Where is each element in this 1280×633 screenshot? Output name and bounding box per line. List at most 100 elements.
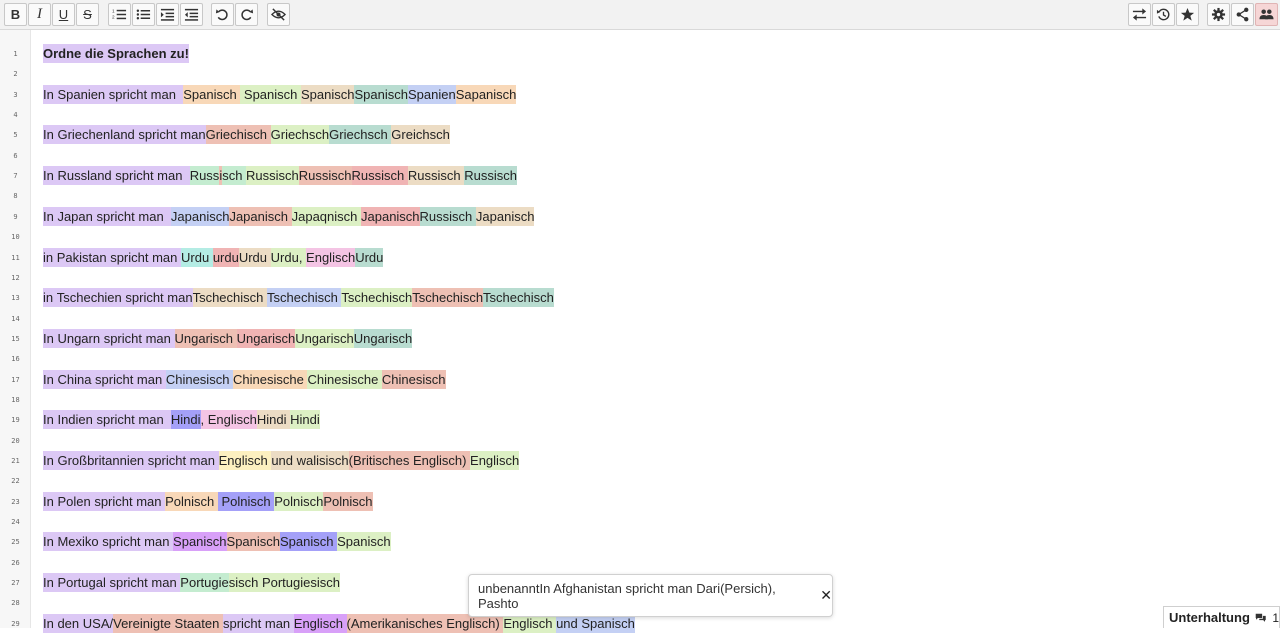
author-highlight-segment[interactable]: Urdu — [238, 247, 271, 267]
import-export-button[interactable] — [1128, 3, 1151, 26]
outdent-button[interactable] — [180, 3, 203, 26]
author-highlight-segment[interactable]: Griechsch — [329, 125, 392, 145]
author-highlight-segment[interactable]: Russisch — [298, 166, 352, 186]
author-highlight-segment[interactable]: Hindi — [170, 410, 201, 430]
author-highlight-segment[interactable]: Tschechisch — [412, 288, 484, 308]
text-line[interactable]: in Tschechien spricht manTschechisch Tsc… — [43, 288, 554, 308]
author-highlight-segment[interactable]: Spanisch — [173, 532, 227, 552]
author-highlight-segment[interactable]: Urdu — [355, 247, 384, 267]
author-highlight-segment[interactable]: Tschechisch — [267, 288, 342, 308]
author-highlight-segment[interactable]: Hindi — [290, 410, 320, 430]
author-highlight-segment[interactable]: In den USA/ — [43, 613, 114, 633]
author-highlight-segment[interactable]: Spanisch — [301, 84, 355, 104]
author-highlight-segment[interactable]: Hindi — [256, 410, 291, 430]
underline-button[interactable]: U — [52, 3, 75, 26]
author-highlight-segment[interactable]: Ungarisch — [174, 328, 237, 348]
settings-button[interactable] — [1207, 3, 1230, 26]
author-highlight-segment[interactable]: Japanisch — [170, 206, 230, 226]
author-highlight-segment[interactable]: Japanisch — [229, 206, 292, 226]
author-highlight-segment[interactable]: Portugiesisch — [261, 573, 340, 593]
redo-button[interactable] — [235, 3, 258, 26]
author-highlight-segment[interactable]: Spanien — [407, 84, 456, 104]
document-title[interactable]: Ordne die Sprachen zu! — [43, 44, 189, 63]
author-highlight-segment[interactable]: spricht man — [222, 613, 294, 633]
author-highlight-segment[interactable]: Chinesische — [307, 369, 382, 389]
text-line[interactable]: in Pakistan spricht man Urdu urduUrdu Ur… — [43, 247, 384, 267]
text-line[interactable]: In Indien spricht man Hindi, EnglischHin… — [43, 410, 320, 430]
chat-tab[interactable]: Unterhaltung 1 — [1163, 606, 1280, 628]
author-highlight-segment[interactable]: Russisch — [464, 166, 518, 186]
author-highlight-segment[interactable]: Tschechisch — [341, 288, 413, 308]
users-button[interactable] — [1255, 3, 1278, 26]
author-highlight-segment[interactable]: In Griechenland spricht man — [43, 125, 206, 145]
author-highlight-segment[interactable]: und walisisch — [271, 451, 349, 470]
author-highlight-segment[interactable]: Russisch — [419, 206, 476, 226]
author-highlight-segment[interactable]: Urdu — [181, 247, 213, 267]
author-highlight-segment[interactable]: In Japan spricht man — [43, 206, 171, 226]
author-highlight-segment[interactable]: Ordne die Sprachen zu! — [43, 44, 189, 63]
text-line[interactable]: In China spricht man Chinesisch Chinesis… — [43, 369, 446, 389]
author-highlight-segment[interactable]: Polnisch — [165, 491, 218, 511]
strikethrough-button[interactable]: S — [76, 3, 99, 26]
author-highlight-segment[interactable]: Spanisch — [240, 84, 301, 104]
favorite-button[interactable] — [1176, 3, 1199, 26]
close-icon[interactable]: ✕ — [820, 587, 832, 604]
author-highlight-segment[interactable]: Chinesisch — [381, 369, 446, 389]
author-highlight-segment[interactable]: Tschechisch — [192, 288, 267, 308]
author-highlight-segment[interactable]: Englisch — [218, 451, 272, 470]
undo-button[interactable] — [211, 3, 234, 26]
author-highlight-segment[interactable]: Russisch — [246, 166, 299, 186]
author-highlight-segment[interactable]: In Polen spricht man — [43, 491, 166, 511]
author-highlight-segment[interactable]: Ungarisch — [295, 328, 354, 348]
author-highlight-segment[interactable]: Polnisch — [323, 491, 373, 511]
author-highlight-segment[interactable]: Sapanisch — [455, 84, 517, 104]
author-highlight-segment[interactable]: Tschechisch — [483, 288, 554, 308]
author-highlight-segment[interactable]: Griechsch — [270, 125, 330, 145]
author-highlight-segment[interactable]: In Spanien spricht man — [43, 84, 184, 104]
author-highlight-segment[interactable]: In Indien spricht man — [43, 410, 171, 430]
author-highlight-segment[interactable]: in Pakistan spricht man — [43, 247, 182, 267]
text-line[interactable]: In Griechenland spricht manGriechisch Gr… — [43, 125, 450, 145]
author-highlight-segment[interactable]: In Russland spricht man — [43, 166, 190, 186]
author-highlight-segment[interactable]: Urdu, — [270, 247, 307, 267]
author-highlight-segment[interactable]: Griechisch — [205, 125, 271, 145]
text-line[interactable]: In Japan spricht man JapanischJapanisch … — [43, 206, 535, 226]
author-highlight-segment[interactable]: Englisch — [470, 451, 520, 470]
italic-button[interactable]: I — [28, 3, 51, 26]
author-highlight-segment[interactable]: In Mexiko spricht man — [43, 532, 174, 552]
text-line[interactable]: In Portugal spricht man Portugiesisch Po… — [43, 573, 340, 593]
author-highlight-segment[interactable]: Spanisch — [183, 84, 241, 104]
author-highlight-segment[interactable]: Russ — [189, 166, 220, 186]
text-line[interactable]: In Polen spricht man Polnisch Polnisch P… — [43, 491, 373, 511]
author-highlight-segment[interactable]: (Britisches Englisch) — [348, 451, 471, 470]
bold-button[interactable]: B — [4, 3, 27, 26]
author-highlight-segment[interactable]: in Tschechien spricht man — [43, 288, 193, 308]
text-line[interactable]: In Russland spricht man Russisch Russisc… — [43, 166, 518, 186]
author-highlight-segment[interactable]: Japanisch — [361, 206, 420, 226]
author-highlight-segment[interactable]: Portugie — [180, 573, 229, 593]
author-highlight-segment[interactable]: Englisch — [293, 613, 347, 633]
text-line[interactable]: In Großbritannien spricht man Englisch u… — [43, 451, 520, 470]
author-highlight-segment[interactable]: In Ungarn spricht man — [43, 328, 175, 348]
author-highlight-segment[interactable]: Spanisch — [226, 532, 281, 552]
author-highlight-segment[interactable]: Spanisch — [280, 532, 338, 552]
indent-button[interactable] — [156, 3, 179, 26]
text-line[interactable]: In Mexiko spricht man SpanischSpanischSp… — [43, 532, 391, 552]
author-highlight-segment[interactable]: Chinesisch — [165, 369, 234, 389]
author-highlight-segment[interactable]: Japanisch — [475, 206, 535, 226]
author-highlight-segment[interactable]: In Großbritannien spricht man — [43, 451, 219, 470]
author-highlight-segment[interactable]: Chinesische — [233, 369, 308, 389]
share-button[interactable] — [1231, 3, 1254, 26]
toggle-visibility-button[interactable] — [267, 3, 290, 26]
unordered-list-button[interactable] — [132, 3, 155, 26]
author-highlight-segment[interactable]: Ungarisch — [236, 328, 296, 348]
author-highlight-segment[interactable]: Russisch — [407, 166, 465, 186]
author-highlight-segment[interactable]: Spanisch — [337, 532, 391, 552]
author-highlight-segment[interactable]: Englisch — [306, 247, 356, 267]
history-button[interactable] — [1152, 3, 1175, 26]
author-highlight-segment[interactable]: Polnisch — [274, 491, 324, 511]
author-highlight-segment[interactable]: urdu — [212, 247, 239, 267]
author-highlight-segment[interactable]: Vereinigte Staaten — [113, 613, 223, 633]
author-highlight-segment[interactable]: In Portugal spricht man — [43, 573, 181, 593]
text-line[interactable]: In Spanien spricht man Spanisch Spanisch… — [43, 84, 517, 104]
